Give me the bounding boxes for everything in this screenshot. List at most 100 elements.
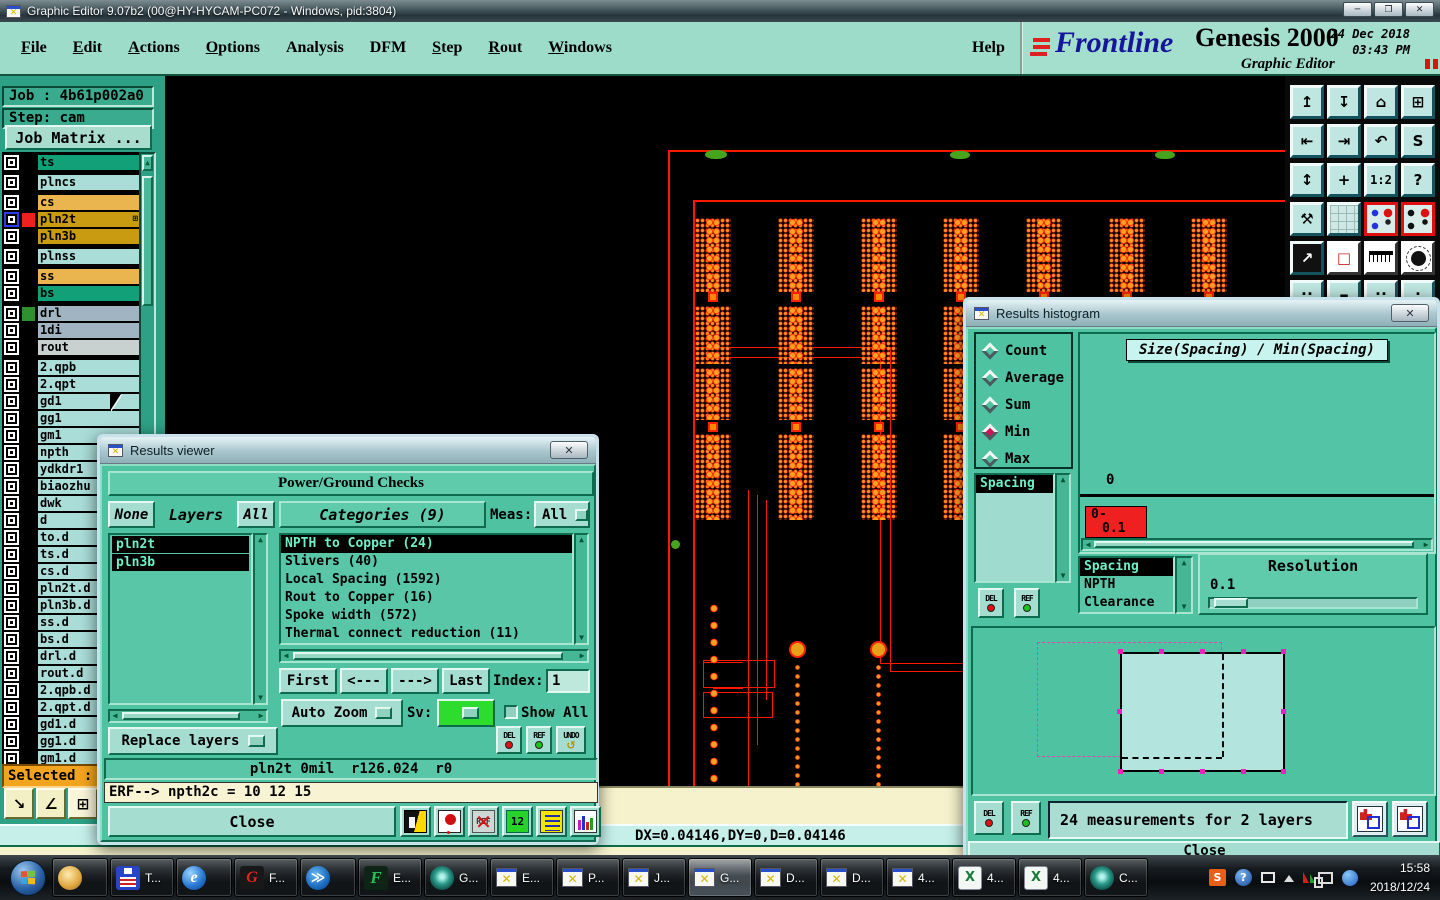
- home-view-button[interactable]: ⌂: [1364, 85, 1398, 119]
- taskbar-item-guardian[interactable]: G F...: [234, 858, 298, 897]
- categories-list[interactable]: NPTH to Copper (24) Slivers (40) Local Spa…: [279, 533, 574, 645]
- viewer-layer-hscrollbar[interactable]: ◀ ▶: [108, 709, 268, 723]
- scroll-up-icon[interactable]: ▲: [576, 535, 587, 545]
- layer-color-chip[interactable]: [22, 378, 35, 392]
- layer-checkbox[interactable]: [4, 229, 19, 244]
- layer-color-chip[interactable]: [22, 514, 35, 528]
- scroll-left-icon[interactable]: ◀: [1083, 540, 1093, 550]
- layer-color-chip[interactable]: [22, 582, 35, 596]
- layer-color-chip[interactable]: [22, 718, 35, 732]
- layer-checkbox[interactable]: [4, 530, 19, 545]
- taskbar-item-genesis[interactable]: E...: [490, 858, 554, 897]
- ref-button[interactable]: REF: [526, 726, 552, 754]
- layer-checkbox[interactable]: [4, 513, 19, 528]
- spacing-list[interactable]: Spacing: [974, 473, 1055, 583]
- layer-checkbox[interactable]: [4, 155, 19, 170]
- viewer-layer-scrollbar[interactable]: ▲ ▼: [253, 533, 268, 705]
- layer-checkbox[interactable]: [4, 683, 19, 698]
- measure-ruler-button[interactable]: [1364, 241, 1398, 275]
- layer-color-chip[interactable]: [22, 306, 35, 321]
- layer-color-chip[interactable]: [22, 599, 35, 613]
- previous-view-button[interactable]: ↶: [1364, 124, 1398, 158]
- help-mode-button[interactable]: ?: [1401, 163, 1435, 197]
- taskbar-item-cd[interactable]: C...: [1084, 858, 1148, 897]
- layer-color-chip[interactable]: [22, 667, 35, 681]
- taskbar-item-genesis[interactable]: 4...: [886, 858, 950, 897]
- layer-checkbox[interactable]: [4, 496, 19, 511]
- measure-type-item[interactable]: NPTH: [1080, 576, 1173, 594]
- s-app-icon[interactable]: S: [1208, 869, 1226, 886]
- menu-step[interactable]: Step: [419, 39, 475, 57]
- layer-name[interactable]: drl: [38, 306, 139, 321]
- copy-to-clipboard-button[interactable]: ↥: [1290, 85, 1324, 119]
- layer-color-chip[interactable]: [22, 684, 35, 698]
- radio-min[interactable]: Min: [976, 418, 1071, 445]
- layer-checkbox[interactable]: [4, 195, 19, 210]
- layer-color-chip[interactable]: [22, 735, 35, 749]
- layer-checkbox[interactable]: [4, 462, 19, 477]
- dialog-close-icon[interactable]: ✕: [1391, 304, 1429, 322]
- layer-checkbox[interactable]: [4, 734, 19, 749]
- spacing-scrollbar[interactable]: ▲ ▼: [1055, 473, 1071, 583]
- layer-checkbox[interactable]: [4, 564, 19, 579]
- layer-color-chip[interactable]: [22, 548, 35, 562]
- undo-button[interactable]: UNDO ↺: [556, 726, 586, 754]
- layer-checkbox[interactable]: [4, 340, 19, 355]
- profile-button[interactable]: S: [1401, 124, 1435, 158]
- del-button[interactable]: DEL: [496, 726, 522, 754]
- taskbar-item-genesis[interactable]: G...: [688, 858, 752, 897]
- histogram-button[interactable]: [570, 806, 601, 837]
- layer-color-chip[interactable]: [22, 752, 35, 765]
- scroll-left-icon[interactable]: ◀: [110, 711, 120, 721]
- tools-setup-button[interactable]: ⚒: [1290, 202, 1324, 236]
- measure-type-list[interactable]: Spacing NPTH Clearance: [1078, 556, 1175, 614]
- resolution-slider-track[interactable]: [1208, 597, 1418, 609]
- layer-checkbox[interactable]: [4, 212, 19, 227]
- layer-checkbox[interactable]: [4, 581, 19, 596]
- results-histogram-titlebar[interactable]: Results histogram ✕: [966, 300, 1437, 327]
- layer-color-chip[interactable]: [22, 212, 35, 227]
- layer-name[interactable]: cs: [38, 195, 139, 210]
- taskbar-item-genesis[interactable]: P...: [556, 858, 620, 897]
- category-item[interactable]: NPTH to Copper (24): [281, 535, 572, 553]
- scroll-thumb[interactable]: [142, 176, 153, 306]
- scroll-right-icon[interactable]: ▶: [1421, 540, 1431, 550]
- pan-left-button[interactable]: ⇤: [1290, 124, 1324, 158]
- layer-checkbox[interactable]: [4, 377, 19, 392]
- layer-name[interactable]: ts: [38, 155, 139, 170]
- layer-checkbox[interactable]: [4, 649, 19, 664]
- zoom-object-button[interactable]: ↗: [1290, 241, 1324, 275]
- menu-help[interactable]: Help: [972, 22, 1005, 74]
- taskbar-item-genesis[interactable]: D...: [754, 858, 818, 897]
- report-button[interactable]: [536, 806, 567, 837]
- layer-checkbox[interactable]: [4, 666, 19, 681]
- layer-checkbox[interactable]: [4, 360, 19, 375]
- layer-checkbox[interactable]: [4, 175, 19, 190]
- index-input[interactable]: [546, 669, 590, 693]
- layer-checkbox[interactable]: [4, 598, 19, 613]
- dialog-close-icon[interactable]: ✕: [550, 441, 588, 459]
- scroll-down-icon[interactable]: ▼: [576, 633, 587, 643]
- screen-capture-button[interactable]: ↧: [1327, 85, 1361, 119]
- layer-color-chip[interactable]: [22, 270, 35, 284]
- scroll-down-icon[interactable]: ▼: [255, 693, 266, 703]
- menu-file[interactable]: File: [8, 39, 60, 57]
- angle-tool-button[interactable]: ∠: [36, 788, 66, 819]
- taskbar-item-cd[interactable]: G...: [424, 858, 488, 897]
- layer-name[interactable]: 2.qpb: [38, 360, 139, 375]
- layer-checkbox[interactable]: [4, 323, 19, 338]
- taskbar-item-genesis[interactable]: J...: [622, 858, 686, 897]
- ref-button[interactable]: REF: [1011, 801, 1041, 835]
- results-viewer-titlebar[interactable]: Results viewer ✕: [100, 437, 596, 464]
- category-item[interactable]: Thermal connect reduction (11): [281, 625, 572, 643]
- layer-color-chip[interactable]: [22, 650, 35, 664]
- menu-options[interactable]: Options: [193, 39, 273, 57]
- start-button[interactable]: [6, 858, 50, 898]
- meas-dropdown[interactable]: All: [534, 501, 590, 528]
- netlist-a-button[interactable]: [1364, 202, 1398, 236]
- layer-color-chip[interactable]: [22, 341, 35, 355]
- layer-name[interactable]: pln2t ⊞: [38, 212, 139, 227]
- menu-rout[interactable]: Rout: [475, 39, 535, 57]
- layer-color-chip[interactable]: [22, 497, 35, 511]
- measure-type-scrollbar[interactable]: ▲ ▼: [1175, 556, 1193, 614]
